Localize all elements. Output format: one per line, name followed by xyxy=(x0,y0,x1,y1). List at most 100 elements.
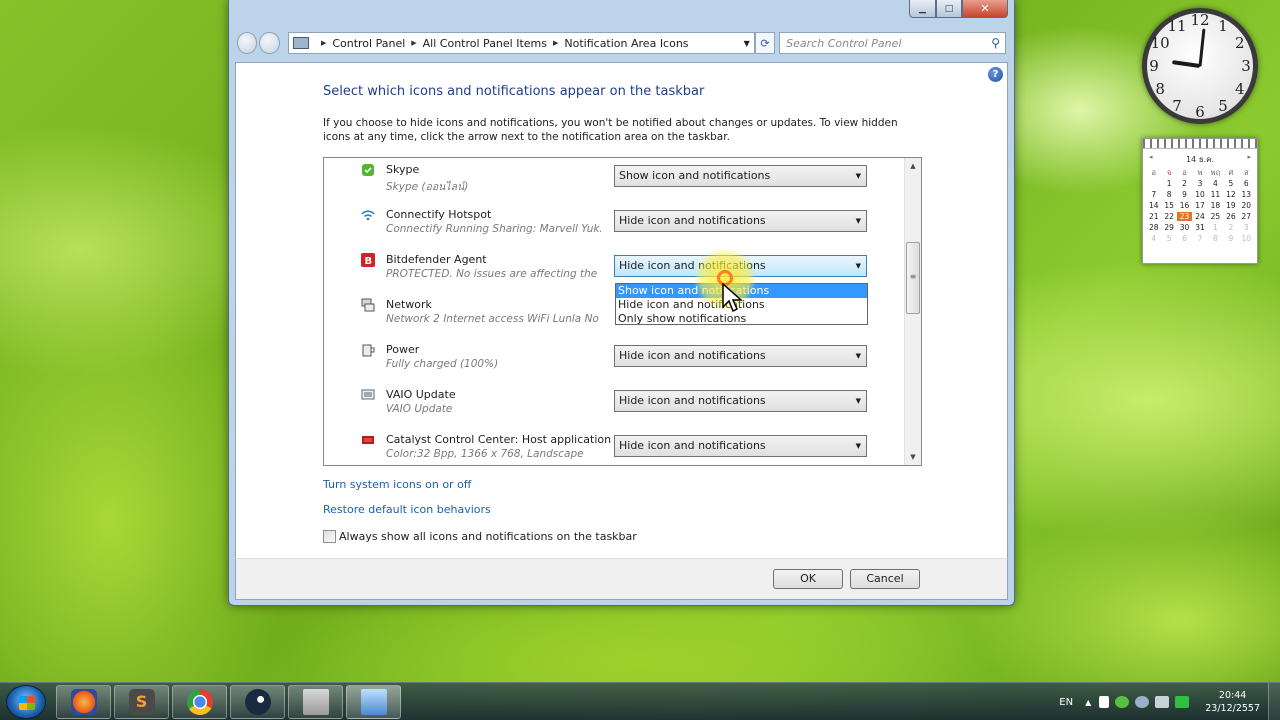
calendar-day[interactable]: 24 xyxy=(1192,212,1207,221)
search-input[interactable]: Search Control Panel ⚲ xyxy=(779,32,1007,54)
address-bar[interactable]: ▶ Control Panel ▶ All Control Panel Item… xyxy=(287,32,755,54)
refresh-button[interactable]: ⟳ xyxy=(754,32,776,54)
calendar-day[interactable]: 1 xyxy=(1208,223,1223,232)
list-scrollbar[interactable]: ▲ ≡ ▼ xyxy=(904,158,921,465)
calendar-day[interactable]: 10 xyxy=(1239,234,1254,243)
breadcrumb-notification-area[interactable]: Notification Area Icons xyxy=(564,37,688,50)
taskbar-app-control-panel[interactable] xyxy=(346,685,401,719)
calendar-day[interactable]: 13 xyxy=(1239,190,1254,199)
calendar-day[interactable]: 16 xyxy=(1177,201,1192,210)
checkbox-box[interactable] xyxy=(323,530,336,543)
icon-list[interactable]: Skype Skype (ออนไลน์) Show icon and noti… xyxy=(323,157,922,466)
show-hidden-icons-arrow-icon[interactable]: ▲ xyxy=(1085,698,1091,707)
calendar-day[interactable]: 29 xyxy=(1161,223,1176,232)
calendar-day[interactable]: 19 xyxy=(1223,201,1238,210)
calendar-day[interactable]: 11 xyxy=(1208,190,1223,199)
calendar-day[interactable]: 3 xyxy=(1239,223,1254,232)
action-center-flag-icon[interactable] xyxy=(1099,696,1110,708)
breadcrumb-all-items[interactable]: All Control Panel Items xyxy=(423,37,547,50)
taskbar-app-sublime[interactable]: S xyxy=(114,685,169,719)
always-show-label[interactable]: Always show all icons and notifications … xyxy=(339,530,637,543)
calendar-day[interactable]: 31 xyxy=(1192,223,1207,232)
calendar-day[interactable] xyxy=(1146,179,1161,188)
calendar-day[interactable]: 14 xyxy=(1146,201,1161,210)
close-button[interactable]: ✕ xyxy=(962,0,1008,18)
language-indicator[interactable]: EN xyxy=(1059,697,1073,708)
forward-button[interactable] xyxy=(259,32,280,54)
breadcrumb-control-panel[interactable]: Control Panel xyxy=(332,37,405,50)
calendar-day[interactable]: 22 xyxy=(1161,212,1176,221)
behavior-select[interactable]: Hide icon and notifications ▼ xyxy=(614,210,867,232)
scroll-up-arrow-icon[interactable]: ▲ xyxy=(905,158,921,174)
calendar-day[interactable]: 3 xyxy=(1192,179,1207,188)
calendar-day[interactable]: 5 xyxy=(1223,179,1238,188)
calendar-day[interactable]: 8 xyxy=(1208,234,1223,243)
calendar-day[interactable]: 9 xyxy=(1223,234,1238,243)
taskbar-clock[interactable]: 20:44 23/12/2557 xyxy=(1205,689,1260,715)
calendar-next-arrow[interactable]: ▸ xyxy=(1247,153,1251,161)
behavior-select[interactable]: Hide icon and notifications ▼ xyxy=(614,345,867,367)
calendar-day[interactable]: 23 xyxy=(1176,212,1193,221)
taskbar-app-steam[interactable] xyxy=(230,685,285,719)
calendar-day[interactable]: 18 xyxy=(1208,201,1223,210)
calendar-day[interactable]: 5 xyxy=(1161,234,1176,243)
search-icon[interactable]: ⚲ xyxy=(991,36,1000,50)
calendar-day[interactable]: 7 xyxy=(1192,234,1207,243)
behavior-select[interactable]: Hide icon and notifications ▼ xyxy=(614,390,867,412)
network-tray-icon[interactable] xyxy=(1155,696,1170,708)
calendar-day[interactable]: 12 xyxy=(1223,190,1238,199)
scroll-thumb[interactable]: ≡ xyxy=(906,242,920,314)
svg-text:B: B xyxy=(365,256,373,267)
taskbar-app-explorer[interactable] xyxy=(288,685,343,719)
ok-button[interactable]: OK xyxy=(773,569,843,589)
calendar-day[interactable]: 27 xyxy=(1239,212,1254,221)
turn-system-icons-link[interactable]: Turn system icons on or off xyxy=(323,478,471,491)
behavior-select[interactable]: Show icon and notifications ▼ xyxy=(614,165,867,187)
chevron-down-icon[interactable]: ▼ xyxy=(740,39,754,48)
start-button[interactable] xyxy=(6,685,46,719)
battery-tray-icon[interactable] xyxy=(1175,696,1190,708)
calendar-day[interactable]: 6 xyxy=(1239,179,1254,188)
calendar-day[interactable]: 1 xyxy=(1161,179,1176,188)
taskbar-date: 23/12/2557 xyxy=(1205,703,1260,714)
hour-hand xyxy=(1171,60,1201,68)
behavior-select[interactable]: Hide icon and notifications ▼ xyxy=(614,435,867,457)
calendar-day[interactable]: 6 xyxy=(1177,234,1192,243)
breadcrumb-arrow-icon[interactable]: ▶ xyxy=(553,39,558,47)
calendar-day[interactable]: 17 xyxy=(1192,201,1207,210)
always-show-checkbox[interactable]: Always show all icons and notifications … xyxy=(323,530,637,543)
taskbar-app-chrome[interactable] xyxy=(172,685,227,719)
calendar-prev-arrow[interactable]: ◂ xyxy=(1149,153,1153,161)
calendar-day[interactable]: 8 xyxy=(1161,190,1176,199)
calendar-day[interactable]: 25 xyxy=(1208,212,1223,221)
help-icon[interactable]: ? xyxy=(988,67,1003,82)
scroll-down-arrow-icon[interactable]: ▼ xyxy=(905,449,921,465)
calendar-day[interactable]: 21 xyxy=(1146,212,1161,221)
calendar-day[interactable]: 2 xyxy=(1177,179,1192,188)
back-button[interactable] xyxy=(237,32,258,54)
breadcrumb-arrow-icon[interactable]: ▶ xyxy=(411,39,416,47)
breadcrumb-arrow-icon[interactable]: ▶ xyxy=(321,39,326,47)
minimize-button[interactable]: ▁ xyxy=(909,0,936,18)
taskbar-app-firefox[interactable] xyxy=(56,685,111,719)
calendar-day[interactable]: 15 xyxy=(1161,201,1176,210)
connectify-icon[interactable] xyxy=(1115,696,1130,708)
calendar-day[interactable]: 7 xyxy=(1146,190,1161,199)
calendar-day[interactable]: 20 xyxy=(1239,201,1254,210)
maximize-button[interactable]: □ xyxy=(936,0,962,18)
calendar-day[interactable]: 10 xyxy=(1192,190,1207,199)
cancel-button[interactable]: Cancel xyxy=(850,569,920,589)
show-desktop-button[interactable] xyxy=(1268,683,1280,720)
behavior-select[interactable]: Hide icon and notifications ▼ xyxy=(614,255,867,277)
calendar-day[interactable]: 4 xyxy=(1146,234,1161,243)
calendar-gadget[interactable]: ◂ 14 ธ.ค. ▸ อจอพพฤศส 1 2 3 4 5 6 7 8 9 10 11 12 13 14 1… xyxy=(1142,138,1258,264)
steam-tray-icon[interactable] xyxy=(1135,696,1150,708)
calendar-day[interactable]: 4 xyxy=(1208,179,1223,188)
restore-defaults-link[interactable]: Restore default icon behaviors xyxy=(323,503,491,516)
calendar-day[interactable]: 30 xyxy=(1177,223,1192,232)
calendar-day[interactable]: 26 xyxy=(1223,212,1238,221)
calendar-day[interactable]: 28 xyxy=(1146,223,1161,232)
calendar-day[interactable]: 9 xyxy=(1177,190,1192,199)
calendar-day[interactable]: 2 xyxy=(1223,223,1238,232)
clock-gadget[interactable]: 12 1 2 3 4 5 6 7 8 9 10 11 xyxy=(1142,8,1258,124)
